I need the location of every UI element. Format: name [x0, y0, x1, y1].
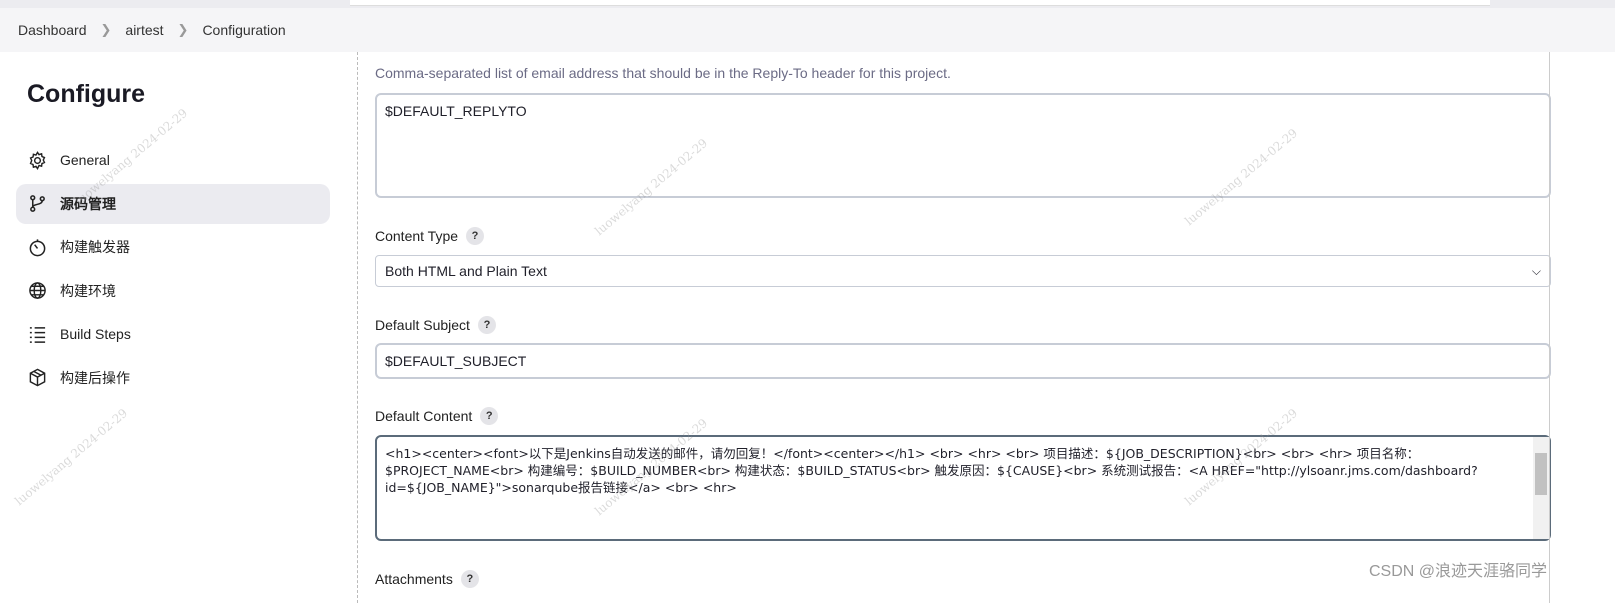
content-type-label: Content Type? [375, 227, 485, 245]
package-icon [27, 368, 47, 388]
page-title: Configure [27, 80, 146, 108]
sidebar-item-label: General [60, 152, 110, 168]
reply-to-textarea[interactable]: $DEFAULT_REPLYTO [375, 93, 1551, 198]
page-scrollbar-edge [1549, 52, 1550, 603]
chevron-right-icon: ❯ [100, 22, 112, 37]
default-subject-value: $DEFAULT_SUBJECT [385, 353, 527, 369]
sidebar-item-label: 源码管理 [60, 195, 116, 212]
browser-top-strip [0, 0, 1615, 8]
list-icon [27, 324, 47, 344]
default-content-label: Default Content? [375, 407, 499, 425]
default-subject-label: Default Subject? [375, 316, 496, 334]
sidebar-item-label: 构建后操作 [60, 369, 130, 386]
chevron-right-icon: ❯ [177, 22, 189, 37]
default-content-value: <h1><center><font>以下是Jenkins自动发送的邮件，请勿回复… [385, 446, 1478, 495]
default-content-textarea[interactable]: <h1><center><font>以下是Jenkins自动发送的邮件，请勿回复… [375, 435, 1551, 541]
help-icon[interactable]: ? [480, 407, 499, 425]
reply-to-value: $DEFAULT_REPLYTO [385, 103, 527, 119]
sidebar-item-label: Build Steps [60, 326, 131, 342]
globe-icon [27, 281, 47, 301]
default-subject-input[interactable]: $DEFAULT_SUBJECT [375, 343, 1551, 379]
content-type-select[interactable]: Both HTML and Plain Text ⌵ [375, 255, 1551, 287]
sidebar-item-post-build[interactable]: 构建后操作 [16, 358, 330, 398]
sidebar-item-triggers[interactable]: 构建触发器 [16, 227, 330, 267]
help-icon[interactable]: ? [466, 227, 485, 245]
sidebar-item-label: 构建环境 [60, 282, 116, 299]
gear-icon [27, 150, 47, 170]
sidebar: Configure General 源码管理 构建触发器 构建环境 Build … [0, 52, 358, 603]
help-icon[interactable]: ? [477, 316, 496, 334]
sidebar-item-general[interactable]: General [16, 140, 330, 180]
help-icon[interactable]: ? [460, 570, 479, 588]
breadcrumb-job[interactable]: airtest [125, 22, 163, 38]
branch-icon [27, 194, 47, 214]
csdn-credit: CSDN @浪迹天涯骆同学 [1368, 563, 1547, 580]
breadcrumb: Dashboard ❯ airtest ❯ Configuration [0, 8, 1615, 52]
sidebar-item-environment[interactable]: 构建环境 [16, 271, 330, 311]
sidebar-item-source[interactable]: 源码管理 [16, 183, 330, 224]
breadcrumb-dashboard[interactable]: Dashboard [18, 22, 87, 38]
attachments-label: Attachments? [375, 570, 479, 588]
content-type-value: Both HTML and Plain Text [385, 263, 547, 279]
sidebar-item-label: 构建触发器 [60, 239, 130, 255]
breadcrumb-configuration[interactable]: Configuration [202, 22, 285, 38]
sidebar-item-build-steps[interactable]: Build Steps [16, 314, 330, 354]
chevron-down-icon: ⌵ [1531, 263, 1541, 278]
textarea-scrollbar[interactable] [1533, 437, 1549, 539]
reply-to-help: Comma-separated list of email address th… [375, 65, 951, 81]
timer-icon [27, 237, 47, 257]
